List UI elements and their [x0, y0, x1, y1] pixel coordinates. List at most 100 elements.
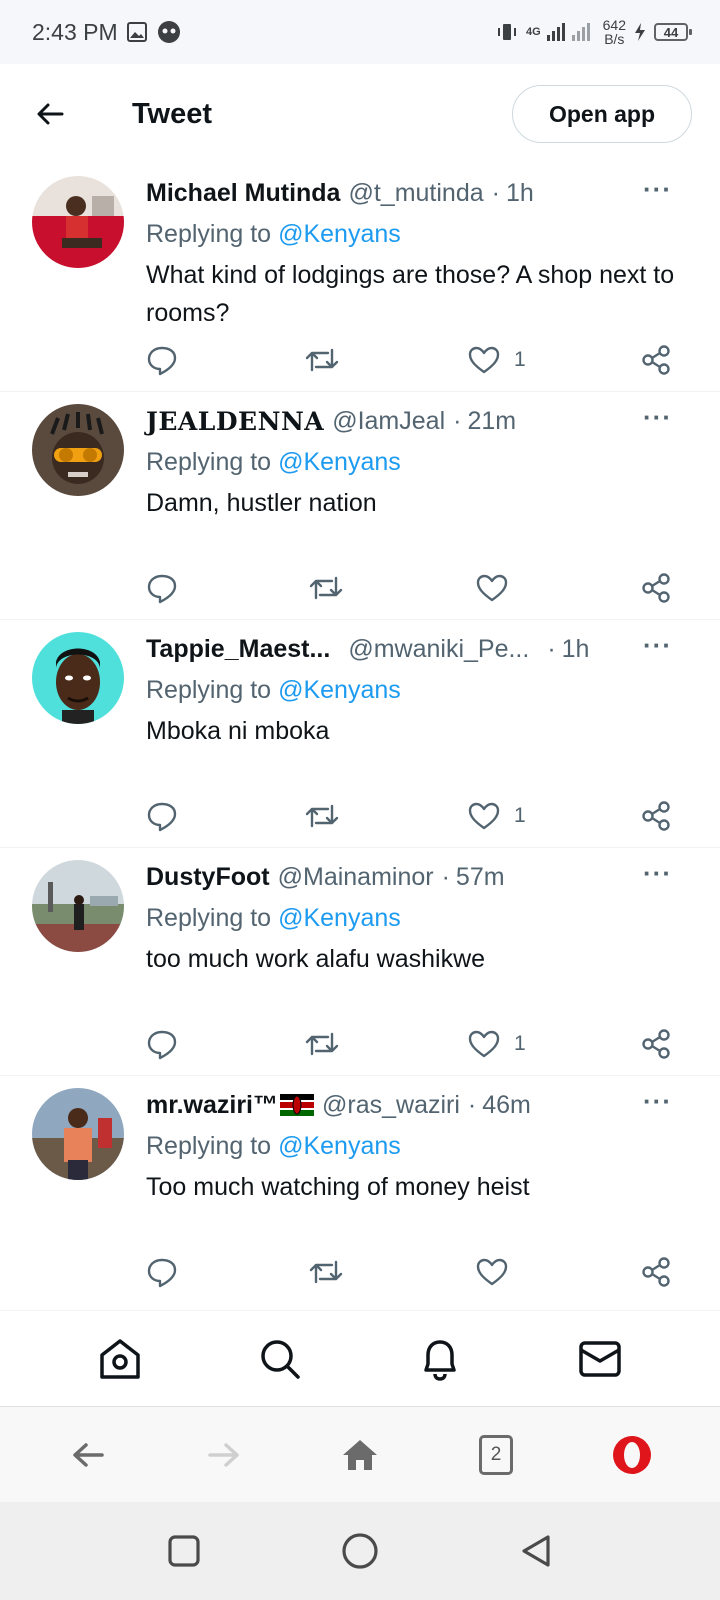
- tweet[interactable]: Michael Mutinda @t_mutinda · 1h ··· Repl…: [0, 164, 720, 392]
- replying-to: Replying to @Kenyans: [146, 219, 401, 249]
- avatar[interactable]: [32, 404, 124, 496]
- tweet-actions: 1: [146, 1024, 694, 1064]
- replying-to: Replying to @Kenyans: [146, 1131, 401, 1161]
- tweet-actions: [146, 568, 694, 608]
- like-button[interactable]: 1: [468, 340, 526, 380]
- tweet-text: What kind of lodgings are those? A shop …: [146, 261, 675, 327]
- author-name[interactable]: JEALDENNA: [146, 407, 324, 436]
- home-circle-icon[interactable]: [341, 1532, 379, 1570]
- opera-logo-icon: [613, 1435, 651, 1474]
- signal-icon: [546, 23, 590, 41]
- retweet-button[interactable]: [308, 1252, 344, 1292]
- browser-tabs-button[interactable]: 2: [466, 1425, 526, 1485]
- kenya-flag-icon: [280, 1094, 314, 1116]
- mention-link[interactable]: @Kenyans: [278, 1132, 401, 1161]
- retweet-icon: [309, 576, 343, 600]
- retweet-button[interactable]: [304, 1024, 340, 1064]
- retweet-button[interactable]: [308, 568, 344, 608]
- more-options-icon[interactable]: ···: [643, 630, 672, 661]
- share-icon: [642, 801, 670, 831]
- tweet-actions: 1: [146, 796, 694, 836]
- share-button[interactable]: [640, 1252, 672, 1292]
- tweet[interactable]: DustyFoot @Mainaminor · 57m ··· Replying…: [0, 848, 720, 1076]
- open-app-button[interactable]: Open app: [512, 85, 692, 143]
- more-options-icon[interactable]: ···: [643, 858, 672, 889]
- replying-to: Replying to @Kenyans: [146, 903, 401, 933]
- share-button[interactable]: [640, 796, 672, 836]
- tweet-time[interactable]: 46m: [482, 1091, 531, 1120]
- retweet-button[interactable]: [304, 796, 340, 836]
- browser-home-button[interactable]: [330, 1425, 390, 1485]
- like-count: 1: [514, 804, 526, 827]
- tweet[interactable]: mr.waziri™ @ras_waziri · 46m ··· Replyin…: [0, 1076, 720, 1304]
- recents-icon[interactable]: [167, 1534, 201, 1568]
- browser-forward-button[interactable]: [194, 1425, 254, 1485]
- search-icon: [261, 1339, 300, 1379]
- tweet-actions: [146, 1252, 694, 1292]
- avatar[interactable]: [32, 176, 124, 268]
- like-button[interactable]: [476, 568, 522, 608]
- avatar[interactable]: [32, 1088, 124, 1180]
- author-handle[interactable]: @t_mutinda: [348, 179, 483, 208]
- share-button[interactable]: [640, 568, 672, 608]
- tweet[interactable]: Tappie_Maest... @mwaniki_Pe... · 1h ··· …: [0, 620, 720, 848]
- heart-icon: [476, 1258, 508, 1286]
- author-handle[interactable]: @ras_waziri: [322, 1091, 460, 1120]
- author-name[interactable]: Tappie_Maest...: [146, 635, 330, 664]
- retweet-icon: [309, 1260, 343, 1284]
- like-button[interactable]: 1: [468, 1024, 526, 1064]
- app-header: Tweet Open app: [0, 64, 720, 164]
- more-options-icon[interactable]: ···: [643, 1086, 672, 1117]
- tweet-time[interactable]: 57m: [456, 863, 505, 892]
- author-handle[interactable]: @IamJeal: [332, 407, 445, 436]
- system-nav-bar: [0, 1502, 720, 1600]
- tab-search[interactable]: [250, 1329, 310, 1389]
- more-options-icon[interactable]: ···: [643, 402, 672, 433]
- tweet[interactable]: JEALDENNA @IamJeal · 21m ··· Replying to…: [0, 392, 720, 620]
- tab-messages[interactable]: [570, 1329, 630, 1389]
- reply-button[interactable]: [146, 1252, 178, 1292]
- tweet-actions: 1: [146, 340, 694, 380]
- browser-toolbar: 2: [0, 1406, 720, 1502]
- avatar[interactable]: [32, 632, 124, 724]
- share-icon: [642, 345, 670, 375]
- separator: ·: [467, 1090, 477, 1119]
- like-button[interactable]: 1: [468, 796, 526, 836]
- author-handle[interactable]: @Mainaminor: [278, 863, 434, 892]
- share-button[interactable]: [640, 1024, 672, 1064]
- retweet-button[interactable]: [304, 340, 340, 380]
- author-name[interactable]: mr.waziri™: [146, 1091, 278, 1120]
- back-triangle-icon[interactable]: [519, 1533, 553, 1569]
- tweet-time[interactable]: 21m: [467, 407, 516, 436]
- mention-link[interactable]: @Kenyans: [278, 676, 401, 705]
- status-time: 2:43 PM: [32, 18, 118, 45]
- share-button[interactable]: [640, 340, 672, 380]
- reply-button[interactable]: [146, 568, 178, 608]
- author-name[interactable]: Michael Mutinda: [146, 179, 340, 208]
- charging-icon: [635, 23, 645, 41]
- back-arrow-icon[interactable]: [30, 94, 70, 134]
- like-button[interactable]: [476, 1252, 522, 1292]
- network-type: 4G: [525, 26, 541, 38]
- separator: ·: [547, 634, 556, 663]
- tweet-time[interactable]: 1h: [506, 179, 534, 208]
- reply-button[interactable]: [146, 796, 178, 836]
- arrow-right-icon: [208, 1442, 239, 1467]
- author-handle[interactable]: @mwaniki_Pe...: [348, 635, 529, 664]
- mention-link[interactable]: @Kenyans: [278, 220, 401, 249]
- mention-link[interactable]: @Kenyans: [278, 448, 401, 477]
- heart-icon: [476, 574, 508, 602]
- author-name[interactable]: DustyFoot: [146, 863, 270, 892]
- like-count: 1: [514, 348, 526, 371]
- browser-back-button[interactable]: [58, 1425, 118, 1485]
- opera-menu-button[interactable]: [602, 1425, 662, 1485]
- tab-home[interactable]: [90, 1329, 150, 1389]
- tweet-time[interactable]: 1h: [562, 635, 590, 664]
- mention-link[interactable]: @Kenyans: [278, 904, 401, 933]
- more-options-icon[interactable]: ···: [643, 174, 672, 205]
- reply-button[interactable]: [146, 340, 178, 380]
- avatar[interactable]: [32, 860, 124, 952]
- tab-notifications[interactable]: [410, 1329, 470, 1389]
- reply-button[interactable]: [146, 1024, 178, 1064]
- mail-icon: [579, 1340, 621, 1377]
